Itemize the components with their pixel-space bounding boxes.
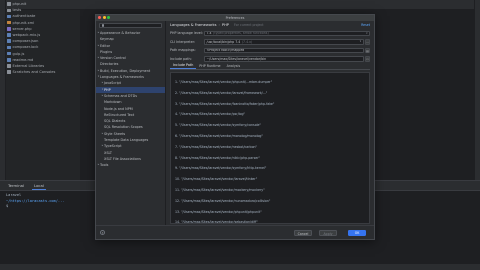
language-level-hint: (typed properties, arrow functions) <box>213 31 269 36</box>
file-icon <box>7 51 11 56</box>
project-tree-item[interactable]: Scratches and Consoles <box>7 69 77 75</box>
cli-interpreter-label: CLI Interpreter: <box>170 39 196 44</box>
settings-tree: ▸ Appearance & Behavior Keymap ▸ Editor Plugi… <box>96 30 165 169</box>
folder-icon[interactable]: ▭ <box>365 56 370 62</box>
cli-interpreter-row: CLI Interpreter: /usr/local/bin/php 7.4 … <box>170 38 370 47</box>
right-tool-strip <box>474 0 480 180</box>
include-path-item[interactable]: 13. "/Users/max/Sites/laravel/vendor/php… <box>175 207 365 218</box>
left-tool-strip <box>0 0 6 180</box>
include-path-value: ~/Users/max/Sites/laravel/vendor/bin <box>206 56 267 61</box>
include-path-item[interactable]: 6. "/Users/max/Sites/laravel/vendor/mono… <box>175 131 365 142</box>
close-window-button[interactable] <box>98 16 101 20</box>
settings-search-input[interactable] <box>99 23 162 28</box>
include-path-label: Include path: <box>170 56 192 61</box>
include-path-item[interactable]: 11. "/Users/max/Sites/laravel/vendor/moc… <box>175 185 365 196</box>
include-path-row: Include path: ~/Users/max/Sites/laravel/… <box>170 55 370 64</box>
terminal-local-tab[interactable]: Local <box>32 182 46 190</box>
cancel-button[interactable]: Cancel <box>294 229 312 236</box>
xml-file-icon <box>7 20 11 25</box>
breadcrumb-section: Languages & Frameworks <box>170 23 217 27</box>
tab-include-path[interactable]: Include Path <box>170 63 197 69</box>
search-icon <box>101 24 104 27</box>
include-path-list[interactable]: 1. "/Users/max/Sites/laravel/vendor/phpu… <box>170 72 370 224</box>
path-mappings-field[interactable]: <Project root>/mapped <box>204 47 364 53</box>
browse-interpreter-button[interactable]: … <box>365 39 370 45</box>
preferences-dialog: Preferences ▸ Appearance & Behavior Keymap… <box>95 14 375 240</box>
chevron-down-icon: ▾ <box>359 40 361 44</box>
path-mappings-label: Path mappings: <box>170 48 196 53</box>
include-path-item[interactable]: 12. "/Users/max/Sites/laravel/vendor/nun… <box>175 196 365 207</box>
include-path-item[interactable]: 7. "/Users/max/Sites/laravel/vendor/nesb… <box>175 142 365 153</box>
include-path-item[interactable]: 2. "/Users/max/Sites/laravel/vendor/lara… <box>175 88 365 99</box>
file-icon <box>7 33 11 37</box>
help-button[interactable]: ? <box>100 230 105 235</box>
breadcrumb-page: PHP <box>221 23 229 27</box>
include-path-item[interactable]: 1. "/Users/max/Sites/laravel/vendor/phpu… <box>175 77 365 88</box>
reset-link[interactable]: Reset <box>361 23 370 27</box>
scope-label: For current project <box>233 23 264 27</box>
include-path-item[interactable]: 10. "/Users/max/Sites/laravel/vendor/lar… <box>175 174 365 185</box>
cli-interpreter-select[interactable]: /usr/local/bin/php 7.4 (7.4.x) ▾ <box>204 39 364 45</box>
folder-icon <box>7 70 11 74</box>
include-path-item[interactable]: 4. "/Users/max/Sites/laravel/vendor/psr/… <box>175 109 365 120</box>
file-icon <box>7 39 11 43</box>
include-path-item[interactable]: 5. "/Users/max/Sites/laravel/vendor/symf… <box>175 120 365 131</box>
language-level-row: PHP language level: 7.4 (typed propertie… <box>170 29 370 38</box>
settings-item-label: Tools <box>100 163 109 168</box>
dialog-footer: ? Cancel Apply OK <box>96 225 374 239</box>
project-tree-label: Scratches and Consoles <box>12 70 56 75</box>
breadcrumb: Languages & Frameworks › PHP For current… <box>166 21 374 29</box>
file-icon <box>7 45 11 50</box>
settings-item-label: XSLT File Associations <box>104 156 141 161</box>
settings-sidebar: ▸ Appearance & Behavior Keymap ▸ Editor Plugi… <box>96 21 166 227</box>
include-path-item[interactable]: 9. "/Users/max/Sites/laravel/vendor/symf… <box>175 163 365 174</box>
status-bar <box>0 264 480 270</box>
include-path-item[interactable]: 14. "/Users/max/Sites/laravel/vendor/seb… <box>175 217 365 223</box>
php-file-icon <box>7 27 11 31</box>
cli-interpreter-value: /usr/local/bin/php 7.4 <box>206 39 241 44</box>
ok-button[interactable]: OK <box>348 229 366 236</box>
dialog-title: Preferences <box>225 16 245 20</box>
path-mappings-row: Path mappings: <Project root>/mapped ▤ <box>170 46 370 55</box>
file-icon <box>7 58 11 62</box>
maximize-window-button[interactable] <box>107 16 110 20</box>
settings-item[interactable]: ▸ Tools <box>96 162 165 168</box>
chevron-down-icon: ▾ <box>366 31 368 35</box>
path-mappings-value: <Project root>/mapped <box>206 48 245 53</box>
cli-interpreter-hint: (7.4.x) <box>241 39 253 44</box>
terminal-tab[interactable]: Terminal <box>6 182 26 189</box>
include-path-item[interactable]: 3. "/Users/max/Sites/laravel/vendor/fzan… <box>175 99 365 110</box>
project-tree: phpunit tests authenticate phpunit.xml serve… <box>7 1 77 179</box>
tab-analysis[interactable]: Analysis <box>224 64 244 69</box>
minimize-window-button[interactable] <box>102 16 106 20</box>
file-icon <box>7 14 11 19</box>
folder-icon <box>7 64 11 68</box>
php-settings-form: PHP language level: 7.4 (typed propertie… <box>166 29 374 63</box>
tab-php-runtime[interactable]: PHP Runtime <box>196 64 223 69</box>
settings-content: Languages & Frameworks › PHP For current… <box>166 21 374 227</box>
window-controls <box>98 16 112 20</box>
folder-icon <box>7 8 11 13</box>
php-tabs: Include Path PHP Runtime Analysis <box>170 63 370 70</box>
include-path-field[interactable]: ~/Users/max/Sites/laravel/vendor/bin <box>204 56 364 62</box>
folder-icon <box>7 2 11 6</box>
edit-mappings-button[interactable]: ▤ <box>365 47 370 53</box>
language-level-value: 7.4 <box>206 31 212 36</box>
apply-button[interactable]: Apply <box>319 229 337 236</box>
language-level-label: PHP language level: <box>170 31 203 36</box>
include-path-item[interactable]: 8. "/Users/max/Sites/laravel/vendor/niki… <box>175 153 365 164</box>
language-level-select[interactable]: 7.4 (typed properties, arrow functions) … <box>204 30 370 36</box>
breadcrumb-separator: › <box>218 23 220 27</box>
